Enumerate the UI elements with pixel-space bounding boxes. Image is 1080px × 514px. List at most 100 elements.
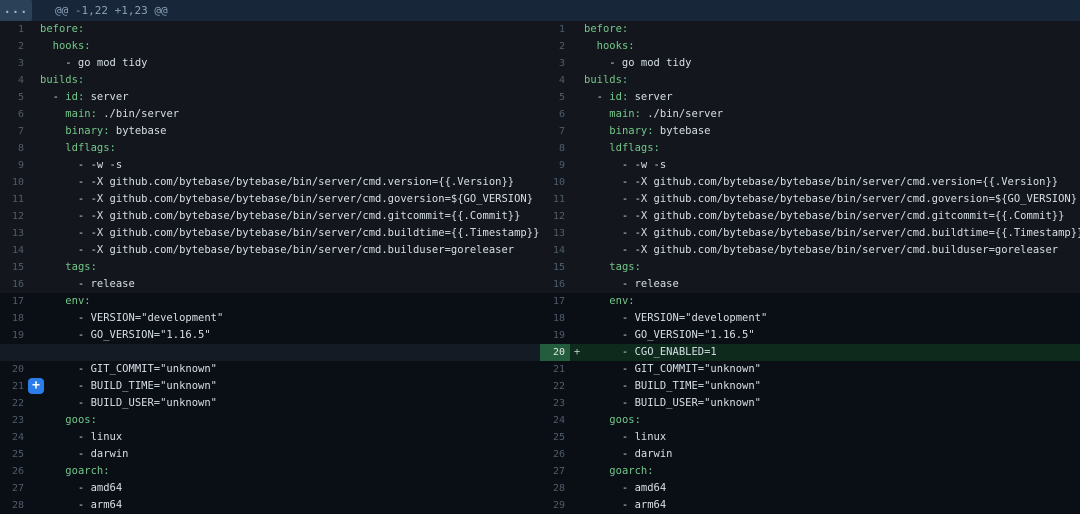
line-number[interactable]: 20 — [540, 344, 570, 361]
line-number[interactable]: 15 — [540, 259, 570, 276]
line-content: - linux — [584, 429, 1080, 446]
line-number[interactable]: 9 — [540, 157, 570, 174]
line-number[interactable]: 15 — [0, 259, 30, 276]
line-content: binary: bytebase — [40, 123, 540, 140]
line-number[interactable]: 26 — [540, 446, 570, 463]
line-content: - VERSION="development" — [584, 310, 1080, 327]
yaml-text — [584, 142, 609, 154]
line-number[interactable]: 3 — [0, 55, 30, 72]
line-number[interactable]: 18 — [0, 310, 30, 327]
diff-marker — [570, 276, 584, 293]
line-number[interactable]: 7 — [540, 123, 570, 140]
line-number[interactable]: 19 — [540, 327, 570, 344]
line-number[interactable]: 23 — [540, 395, 570, 412]
line-content: main: ./bin/server — [584, 106, 1080, 123]
diff-marker — [30, 395, 40, 412]
diff-marker — [570, 140, 584, 157]
line-number[interactable]: 28 — [0, 497, 30, 514]
line-number[interactable]: 3 — [540, 55, 570, 72]
yaml-key: hooks: — [597, 40, 635, 52]
diff-pane-old: 1before:2 hooks:3 - go mod tidy4builds:5… — [0, 21, 540, 514]
line-number[interactable]: 19 — [0, 327, 30, 344]
line-number[interactable]: 16 — [540, 276, 570, 293]
added-line-marker: + — [570, 344, 584, 361]
diff-row: 3 - go mod tidy — [540, 55, 1080, 72]
diff-row: 10 - -X github.com/bytebase/bytebase/bin… — [0, 174, 540, 191]
line-number[interactable]: 17 — [540, 293, 570, 310]
yaml-text: - CGO_ENABLED=1 — [584, 346, 717, 358]
line-content: - darwin — [40, 446, 540, 463]
diff-row: 12 - -X github.com/bytebase/bytebase/bin… — [0, 208, 540, 225]
line-number[interactable]: 21 — [0, 378, 30, 395]
line-number[interactable]: 28 — [540, 480, 570, 497]
line-number[interactable]: 7 — [0, 123, 30, 140]
line-number[interactable]: 24 — [540, 412, 570, 429]
diff-row: 1before: — [540, 21, 1080, 38]
line-number[interactable]: 10 — [540, 174, 570, 191]
line-number[interactable]: 22 — [0, 395, 30, 412]
line-number[interactable]: 27 — [540, 463, 570, 480]
yaml-text: - -X github.com/bytebase/bytebase/bin/se… — [584, 193, 1077, 205]
diff-row: 1 before: — [0, 21, 540, 38]
diff-row: 13 - -X github.com/bytebase/bytebase/bin… — [0, 225, 540, 242]
line-number[interactable]: 9 — [0, 157, 30, 174]
line-number[interactable]: 12 — [540, 208, 570, 225]
line-number[interactable]: 20 — [0, 361, 30, 378]
line-number[interactable]: 14 — [540, 242, 570, 259]
line-number[interactable]: 26 — [0, 463, 30, 480]
diff-row: 29 - arm64 — [540, 497, 1080, 514]
yaml-text: - VERSION="development" — [584, 312, 767, 324]
yaml-text: - VERSION="development" — [40, 312, 223, 324]
line-number[interactable]: 27 — [0, 480, 30, 497]
line-number[interactable]: 4 — [540, 72, 570, 89]
diff-marker — [30, 55, 40, 72]
diff-row: 25 - darwin — [0, 446, 540, 463]
diff-row: 12 - -X github.com/bytebase/bytebase/bin… — [540, 208, 1080, 225]
diff-marker — [30, 497, 40, 514]
line-content: - -X github.com/bytebase/bytebase/bin/se… — [584, 174, 1080, 191]
line-number[interactable]: 29 — [540, 497, 570, 514]
yaml-text: - darwin — [40, 448, 129, 460]
line-number[interactable]: 12 — [0, 208, 30, 225]
line-number[interactable]: 25 — [0, 446, 30, 463]
add-comment-button[interactable]: + — [28, 378, 44, 394]
diff-marker — [570, 123, 584, 140]
line-number[interactable]: 21 — [540, 361, 570, 378]
line-number[interactable]: 18 — [540, 310, 570, 327]
line-number[interactable]: 5 — [540, 89, 570, 106]
line-number[interactable]: 8 — [540, 140, 570, 157]
line-number[interactable]: 11 — [0, 191, 30, 208]
line-number[interactable]: 4 — [0, 72, 30, 89]
diff-row: 26 goarch: — [0, 463, 540, 480]
line-number[interactable]: 24 — [0, 429, 30, 446]
line-number[interactable]: 1 — [540, 21, 570, 38]
line-number[interactable]: 2 — [0, 38, 30, 55]
diff-marker — [30, 412, 40, 429]
yaml-text: bytebase — [110, 125, 167, 137]
line-number[interactable]: 22 — [540, 378, 570, 395]
expand-diff-button[interactable]: ... — [0, 0, 32, 21]
line-number[interactable]: 13 — [0, 225, 30, 242]
line-content: - GO_VERSION="1.16.5" — [40, 327, 540, 344]
line-number[interactable]: 6 — [0, 106, 30, 123]
line-number[interactable]: 17 — [0, 293, 30, 310]
line-number[interactable]: 11 — [540, 191, 570, 208]
line-number[interactable]: 1 — [0, 21, 30, 38]
line-number[interactable]: 13 — [540, 225, 570, 242]
line-content: - -X github.com/bytebase/bytebase/bin/se… — [584, 242, 1080, 259]
line-number[interactable]: 10 — [0, 174, 30, 191]
yaml-text: - -X github.com/bytebase/bytebase/bin/se… — [40, 210, 520, 222]
line-number[interactable]: 2 — [540, 38, 570, 55]
line-number[interactable]: 8 — [0, 140, 30, 157]
line-number[interactable]: 5 — [0, 89, 30, 106]
line-number[interactable]: 14 — [0, 242, 30, 259]
diff-row: 22 - BUILD_USER="unknown" — [0, 395, 540, 412]
line-number[interactable]: 25 — [540, 429, 570, 446]
line-content: - -w -s — [584, 157, 1080, 174]
line-number[interactable]: 16 — [0, 276, 30, 293]
diff-row: 13 - -X github.com/bytebase/bytebase/bin… — [540, 225, 1080, 242]
line-number[interactable]: 6 — [540, 106, 570, 123]
line-number[interactable]: 23 — [0, 412, 30, 429]
line-content: before: — [40, 21, 540, 38]
diff-row: 9 - -w -s — [0, 157, 540, 174]
